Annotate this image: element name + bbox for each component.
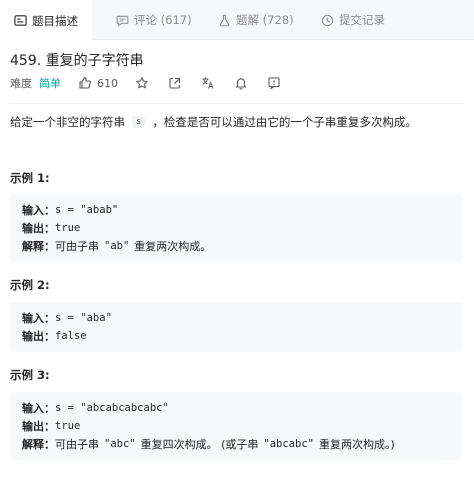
explain-code: "abc": [104, 438, 136, 450]
translate-icon[interactable]: [200, 75, 216, 91]
thumbs-up-icon: [77, 75, 93, 91]
explain-text: 重复两次构成。: [134, 240, 212, 253]
example-explain-line: 解释： 可由子串 "ab" 重复两次构成。: [22, 237, 450, 255]
comment-icon: [116, 14, 129, 27]
divider: [10, 103, 464, 104]
explain-label: 解释：: [22, 240, 55, 253]
explain-text: 可由子串: [55, 438, 99, 451]
explain-text: 重复四次构成。 (或子串: [140, 438, 259, 451]
explain-text: 可由子串: [55, 240, 99, 253]
problem-meta: 难度 简单 610: [10, 74, 282, 92]
example-input-line: 输入： s = "aba": [22, 309, 450, 327]
tab-description-label: 题目描述: [32, 13, 78, 28]
tab-comments-label: 评论 (617): [134, 13, 192, 27]
explain-code: "abcabc": [263, 438, 314, 450]
input-value: s = "abcabcabcabc": [55, 402, 169, 414]
output-label: 输出：: [22, 222, 55, 235]
explain-label: 解释：: [22, 438, 55, 451]
description-code: s: [132, 116, 146, 128]
example-output-line: 输出： false: [22, 327, 450, 345]
description-text-before: 给定一个非空的字符串: [10, 115, 125, 129]
description-icon: [14, 14, 27, 27]
output-value: false: [55, 330, 87, 342]
example-2-title: 示例 2:: [10, 278, 50, 292]
bell-icon[interactable]: [233, 75, 249, 91]
example-1-box: 输入： s = "abab" 输出： true 解释： 可由子串 "ab" 重复…: [10, 194, 462, 262]
example-3-box: 输入： s = "abcabcabcabc" 输出： true 解释： 可由子串…: [10, 392, 462, 460]
example-3-title: 示例 3:: [10, 368, 50, 382]
flask-icon: [218, 14, 231, 27]
input-value: s = "abab": [55, 204, 119, 216]
tab-description[interactable]: 题目描述: [0, 0, 92, 41]
example-input-line: 输入： s = "abab": [22, 201, 450, 219]
tab-submissions[interactable]: 提交记录: [321, 0, 385, 40]
example-1-title: 示例 1:: [10, 171, 50, 185]
tab-comments[interactable]: 评论 (617): [116, 0, 192, 40]
description-text-after: ，检查是否可以通过由它的一个子串重复多次构成。: [152, 115, 417, 129]
output-value: true: [55, 420, 81, 432]
input-label: 输入：: [22, 402, 55, 415]
input-value: s = "aba": [55, 312, 112, 324]
input-label: 输入：: [22, 312, 55, 325]
problem-description: 给定一个非空的字符串 s ，检查是否可以通过由它的一个子串重复多次构成。: [10, 114, 417, 130]
example-output-line: 输出： true: [22, 219, 450, 237]
example-explain-line: 解释： 可由子串 "abc" 重复四次构成。 (或子串 "abcabc" 重复两…: [22, 435, 450, 453]
like-count: 610: [97, 76, 118, 90]
like-button[interactable]: 610: [77, 75, 118, 91]
difficulty-label: 难度: [10, 77, 32, 90]
input-label: 输入：: [22, 204, 55, 217]
example-2-box: 输入： s = "aba" 输出： false: [10, 302, 462, 352]
tab-bar: 题目描述 评论 (617) 题解 (728) 提交记录: [0, 0, 474, 41]
star-icon[interactable]: [134, 75, 150, 91]
difficulty-badge: 简单: [39, 77, 61, 90]
tab-submissions-label: 提交记录: [339, 13, 385, 27]
tab-solutions-label: 题解 (728): [236, 13, 294, 27]
tab-solutions[interactable]: 题解 (728): [218, 0, 294, 40]
share-icon[interactable]: [167, 75, 183, 91]
example-output-line: 输出： true: [22, 417, 450, 435]
output-label: 输出：: [22, 420, 55, 433]
explain-text: 重复两次构成。): [318, 438, 395, 451]
explain-code: "ab": [104, 240, 130, 252]
output-label: 输出：: [22, 330, 55, 343]
output-value: true: [55, 222, 81, 234]
example-input-line: 输入： s = "abcabcabcabc": [22, 399, 450, 417]
feedback-icon[interactable]: [266, 75, 282, 91]
problem-title: 459. 重复的子字符串: [10, 53, 144, 69]
history-icon: [321, 14, 334, 27]
